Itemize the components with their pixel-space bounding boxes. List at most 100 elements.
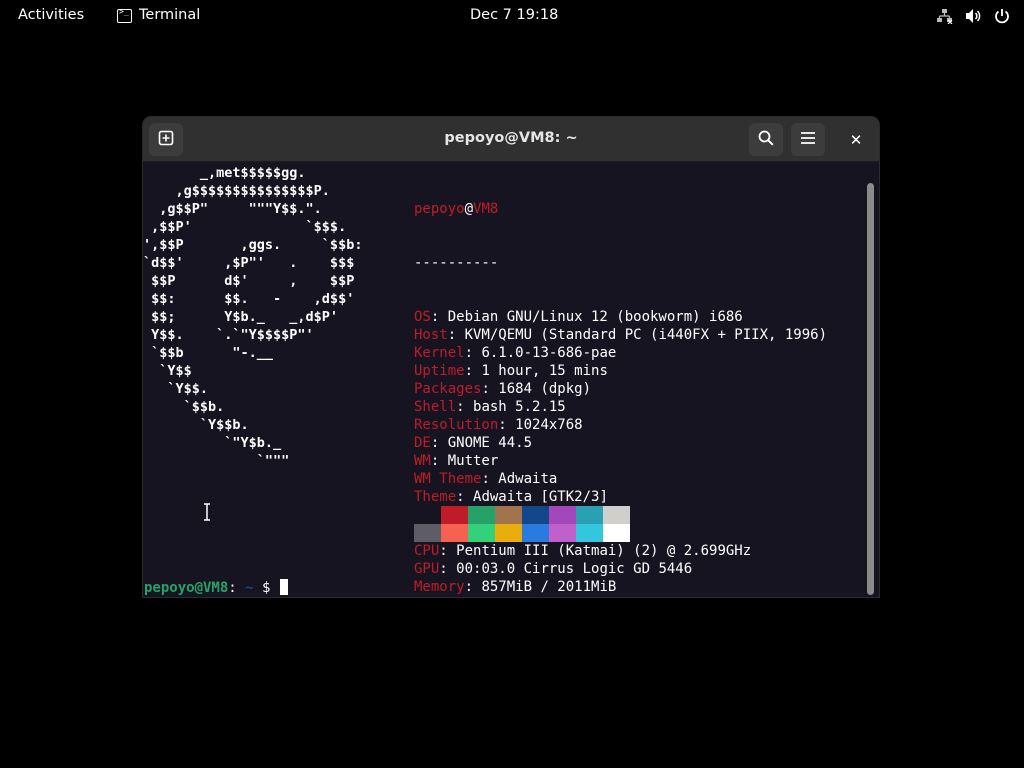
info-colon: :	[456, 489, 474, 505]
info-value: 1024x768	[515, 417, 583, 433]
palette-swatch-bright	[603, 524, 630, 542]
ascii-line: $$: $$. - ,d$$'	[143, 291, 355, 307]
scrollbar[interactable]	[867, 183, 874, 595]
info-row: Uptime: 1 hour, 15 mins	[414, 362, 827, 380]
info-colon: :	[430, 435, 448, 451]
info-colon: :	[430, 309, 448, 325]
info-value: Pentium III (Katmai) (2) @ 2.699GHz	[456, 543, 752, 559]
info-key: WM Theme	[414, 471, 482, 487]
ascii-line: `"""	[143, 453, 290, 469]
ascii-line: `$$b.	[143, 399, 225, 415]
info-key: Memory	[414, 579, 465, 595]
info-value: 1684 (dpkg)	[498, 381, 592, 397]
palette-swatch	[522, 506, 549, 524]
ascii-line: `Y$$.	[143, 381, 209, 397]
text-cursor-icon	[203, 503, 211, 525]
color-palette	[414, 506, 630, 542]
app-name-label: Terminal	[139, 7, 201, 23]
info-colon: :	[456, 399, 474, 415]
hamburger-menu-icon	[800, 130, 816, 149]
close-icon: ✕	[849, 131, 863, 149]
info-value: bash 5.2.15	[473, 399, 566, 415]
close-button[interactable]: ✕	[843, 127, 869, 153]
ascii-line: ,g$$P" """Y$$.".	[143, 201, 322, 217]
info-row: Shell: bash 5.2.15	[414, 398, 827, 416]
search-button[interactable]	[749, 123, 783, 156]
terminal-content[interactable]: _,met$$$$$gg. ,g$$$$$$$$$$$$$$$P. ,g$$P"…	[143, 163, 879, 597]
info-row: OS: Debian GNU/Linux 12 (bookworm) i686	[414, 308, 827, 326]
info-row: DE: GNOME 44.5	[414, 434, 827, 452]
main-menu-button[interactable]	[791, 123, 825, 156]
ascii-line: _,met$$$$$gg.	[143, 165, 306, 181]
info-key: WM	[414, 453, 431, 469]
info-fields: OS: Debian GNU/Linux 12 (bookworm) i686 H…	[414, 308, 827, 596]
info-separator: ----------	[414, 255, 499, 271]
info-key: Packages	[414, 381, 482, 397]
info-value: 00:03.0 Cirrus Logic GD 5446	[456, 561, 693, 577]
palette-swatch-bright	[522, 524, 549, 542]
activities-button[interactable]: Activities	[18, 7, 84, 23]
info-value: Debian GNU/Linux 12 (bookworm) i686	[447, 309, 743, 325]
palette-swatch	[468, 506, 495, 524]
info-row: Resolution: 1024x768	[414, 416, 827, 434]
ascii-line: Y$$. `.`"Y$$$$P"'	[143, 327, 314, 343]
ascii-line: `Y$$b.	[143, 417, 249, 433]
info-key: DE	[414, 435, 431, 451]
info-colon: :	[439, 543, 457, 559]
palette-swatch	[576, 506, 603, 524]
palette-row-bright	[414, 524, 630, 542]
info-key: Host	[414, 327, 448, 343]
shell-prompt[interactable]: pepoyo@VM8: ~ $	[144, 579, 288, 597]
palette-swatch	[603, 506, 630, 524]
palette-swatch	[441, 506, 468, 524]
search-icon	[758, 130, 774, 150]
terminal-cursor	[279, 579, 288, 595]
ascii-line: `"Y$b._	[143, 435, 282, 451]
info-value: KVM/QEMU (Standard PC (i440FX + PIIX, 19…	[464, 327, 828, 343]
ascii-line: ,g$$$$$$$$$$$$$$$P.	[143, 183, 330, 199]
header-bar[interactable]: pepoyo@VM8: ~ ✕	[143, 117, 879, 162]
info-colon: :	[464, 579, 482, 595]
palette-swatch	[414, 506, 441, 524]
ascii-line: `d$$' ,$P"' . $$$	[143, 255, 355, 271]
palette-swatch-bright	[468, 524, 495, 542]
ascii-line: $$; Y$b._ _,d$P'	[143, 309, 339, 325]
power-icon	[994, 8, 1010, 24]
info-row: Kernel: 6.1.0-13-686-pae	[414, 344, 827, 362]
info-key: GPU	[414, 561, 440, 577]
info-row: CPU: Pentium III (Katmai) (2) @ 2.699GHz	[414, 542, 827, 560]
info-key: Kernel	[414, 345, 465, 361]
info-value: Mutter	[447, 453, 499, 469]
debian-ascii-logo: _,met$$$$$gg. ,g$$$$$$$$$$$$$$$P. ,g$$P"…	[143, 164, 362, 470]
info-key: Uptime	[414, 363, 465, 379]
ascii-line: `$$b "-.__	[143, 345, 274, 361]
system-status-menu[interactable]	[936, 8, 1010, 24]
info-value: Adwaita [GTK2/3]	[473, 489, 608, 505]
info-row: WM Theme: Adwaita	[414, 470, 827, 488]
info-colon: :	[464, 363, 482, 379]
user-host-line: pepoyo@VM8	[414, 201, 499, 217]
info-row: Theme: Adwaita [GTK2/3]	[414, 488, 827, 506]
palette-swatch	[495, 506, 522, 524]
info-key: Shell	[414, 399, 457, 415]
palette-swatch-bright	[576, 524, 603, 542]
palette-swatch-bright	[495, 524, 522, 542]
palette-swatch-bright	[441, 524, 468, 542]
info-colon: :	[481, 471, 499, 487]
info-colon: :	[439, 561, 457, 577]
info-row: Packages: 1684 (dpkg)	[414, 380, 827, 398]
info-value: Adwaita	[498, 471, 558, 487]
prompt-colon: :	[228, 580, 237, 596]
terminal-window: pepoyo@VM8: ~ ✕ _,met$$$$$gg. ,g$$$$$$$$…	[143, 117, 879, 597]
prompt-user-host: pepoyo@VM8	[144, 580, 229, 596]
info-row: GPU: 00:03.0 Cirrus Logic GD 5446	[414, 560, 827, 578]
info-key: OS	[414, 309, 431, 325]
info-colon: :	[447, 327, 465, 343]
network-icon	[936, 8, 953, 24]
info-colon: :	[430, 453, 448, 469]
info-key: CPU	[414, 543, 440, 559]
info-key: Resolution	[414, 417, 499, 433]
clock[interactable]: Dec 7 19:18	[470, 7, 558, 23]
app-menu-button[interactable]: >_ Terminal	[117, 7, 200, 23]
ascii-line: `Y$$	[143, 363, 192, 379]
